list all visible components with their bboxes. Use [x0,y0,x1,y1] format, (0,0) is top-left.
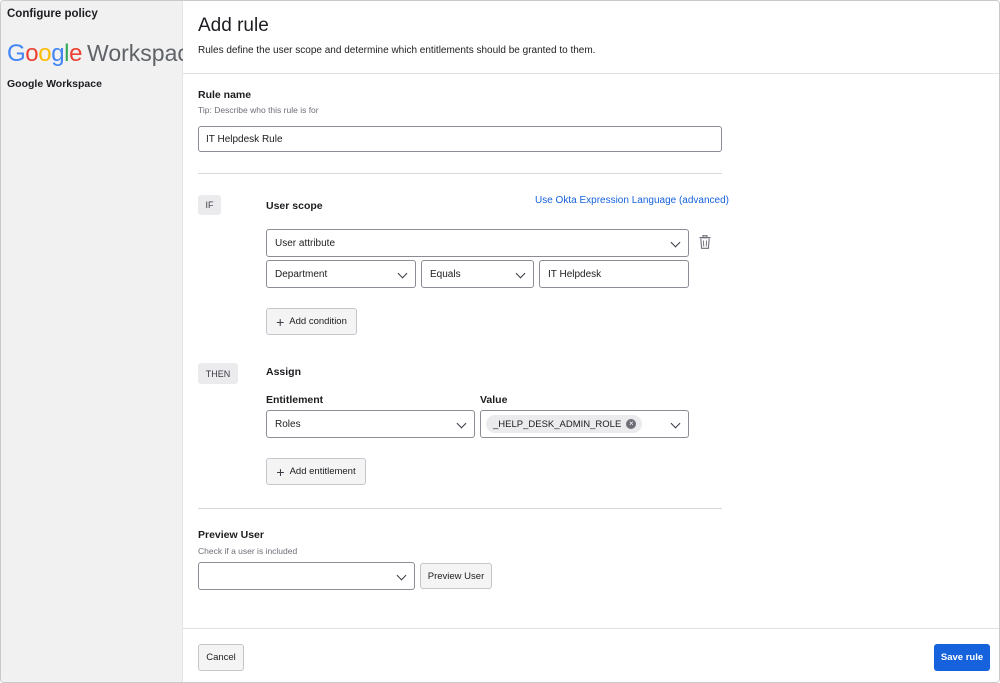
user-scope-select[interactable]: User attribute [266,229,689,257]
add-entitlement-button[interactable]: + Add entitlement [266,458,366,485]
then-tag: THEN [198,363,238,384]
user-scope-select-value: User attribute [275,237,336,249]
add-condition-button[interactable]: + Add condition [266,308,357,335]
preview-user-label: Preview User [198,529,264,541]
preview-user-tip: Check if a user is included [198,546,298,556]
sidebar-title: Configure policy [7,8,98,20]
entitlement-select-value: Roles [275,418,301,430]
chevron-down-icon [515,268,526,279]
trash-icon[interactable] [699,235,711,249]
okta-expression-link[interactable]: Use Okta Expression Language (advanced) [535,195,729,206]
if-tag: IF [198,195,221,215]
user-scope-heading: User scope [266,200,323,212]
entitlement-select[interactable]: Roles [266,410,475,438]
close-circle-icon[interactable]: × [626,419,637,429]
sidebar-app-name: Google Workspace [7,78,102,90]
chevron-down-icon [670,418,681,429]
main-panel: Add rule Rules define the user scope and… [183,1,999,682]
chevron-down-icon [456,418,467,429]
app-window: Configure policy Google Workspace Google… [0,0,1000,683]
add-condition-label: Add condition [289,316,347,327]
section-divider [198,173,722,174]
chevron-down-icon [397,268,408,279]
condition-value-input[interactable]: IT Helpdesk [539,260,689,288]
plus-icon: + [276,313,285,330]
assign-heading: Assign [266,366,302,378]
cancel-button[interactable]: Cancel [198,644,244,671]
preview-user-button[interactable]: Preview User [420,563,492,589]
section-divider [198,508,722,509]
rule-name-label: Rule name [198,89,252,101]
attribute-select-value: Department [275,268,328,280]
save-rule-button[interactable]: Save rule [934,644,990,671]
header-divider [183,73,999,74]
value-multiselect[interactable]: _HELP_DESK_ADMIN_ROLE × [480,410,689,438]
rule-name-input[interactable]: IT Helpdesk Rule [198,126,722,152]
operator-select[interactable]: Equals [421,260,534,288]
preview-user-select[interactable] [198,562,415,590]
page-title: Add rule [198,15,269,36]
attribute-select[interactable]: Department [266,260,416,288]
plus-icon: + [276,463,285,480]
entitlement-label: Entitlement [266,394,324,406]
rule-name-tip: Tip: Describe who this rule is for [198,105,319,115]
value-label: Value [480,394,508,406]
google-logo-wordmark: Google [7,40,83,67]
footer-divider [183,628,999,629]
google-workspace-logo: Google Workspace [7,40,202,68]
value-chip-label: _HELP_DESK_ADMIN_ROLE [493,418,622,430]
sidebar: Configure policy Google Workspace Google… [1,1,202,682]
operator-select-value: Equals [430,268,461,280]
chevron-down-icon [670,237,681,248]
add-entitlement-label: Add entitlement [289,466,356,477]
value-chip: _HELP_DESK_ADMIN_ROLE × [486,415,643,433]
chevron-down-icon [396,570,407,581]
page-description: Rules define the user scope and determin… [198,45,596,56]
